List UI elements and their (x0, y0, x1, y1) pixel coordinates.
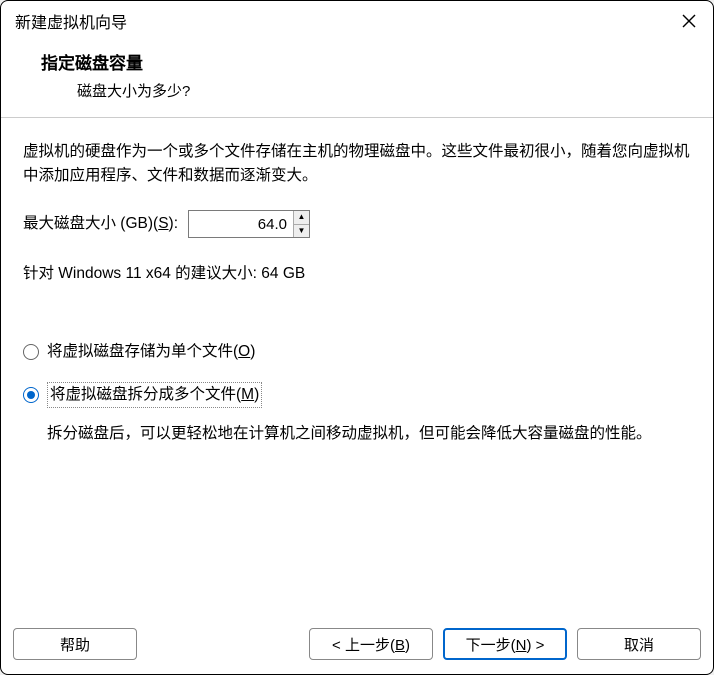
radio-icon (23, 344, 39, 360)
content-area: 虚拟机的硬盘作为一个或多个文件存储在主机的物理磁盘中。这些文件最初很小，随着您向… (1, 118, 713, 618)
close-icon (682, 14, 696, 28)
back-button[interactable]: < 上一步(B) (309, 628, 433, 660)
help-button[interactable]: 帮助 (13, 628, 137, 660)
page-heading: 指定磁盘容量 (41, 49, 673, 74)
recommendation-text: 针对 Windows 11 x64 的建议大小: 64 GB (23, 262, 691, 286)
wizard-window: 新建虚拟机向导 指定磁盘容量 磁盘大小为多少? 虚拟机的硬盘作为一个或多个文件存… (0, 0, 714, 675)
disk-size-label: 最大磁盘大小 (GB)(S): (23, 212, 178, 236)
disk-size-row: 最大磁盘大小 (GB)(S): ▲ ▼ (23, 210, 691, 238)
radio-split-file-label: 将虚拟磁盘拆分成多个文件(M) (47, 382, 262, 408)
radio-split-file[interactable]: 将虚拟磁盘拆分成多个文件(M) (23, 382, 691, 408)
radio-single-file-label: 将虚拟磁盘存储为单个文件(O) (47, 340, 255, 364)
page-subheading: 磁盘大小为多少? (41, 80, 673, 101)
window-title: 新建虚拟机向导 (15, 9, 127, 33)
next-button[interactable]: 下一步(N) > (443, 628, 567, 660)
radio-single-file[interactable]: 将虚拟磁盘存储为单个文件(O) (23, 340, 691, 364)
spin-buttons: ▲ ▼ (293, 211, 309, 237)
header-section: 指定磁盘容量 磁盘大小为多少? (1, 39, 713, 117)
spin-up-button[interactable]: ▲ (294, 211, 309, 225)
intro-text: 虚拟机的硬盘作为一个或多个文件存储在主机的物理磁盘中。这些文件最初很小，随着您向… (23, 140, 691, 188)
spin-down-button[interactable]: ▼ (294, 225, 309, 238)
close-button[interactable] (679, 11, 699, 31)
disk-size-spinbox[interactable]: ▲ ▼ (188, 210, 310, 238)
disk-size-input[interactable] (189, 211, 293, 237)
disk-store-radio-group: 将虚拟磁盘存储为单个文件(O) 将虚拟磁盘拆分成多个文件(M) 拆分磁盘后，可以… (23, 340, 691, 446)
cancel-button[interactable]: 取消 (577, 628, 701, 660)
titlebar: 新建虚拟机向导 (1, 1, 713, 39)
footer: 帮助 < 上一步(B) 下一步(N) > 取消 (1, 618, 713, 674)
radio-split-file-desc: 拆分磁盘后，可以更轻松地在计算机之间移动虚拟机，但可能会降低大容量磁盘的性能。 (47, 422, 691, 446)
radio-icon (23, 387, 39, 403)
